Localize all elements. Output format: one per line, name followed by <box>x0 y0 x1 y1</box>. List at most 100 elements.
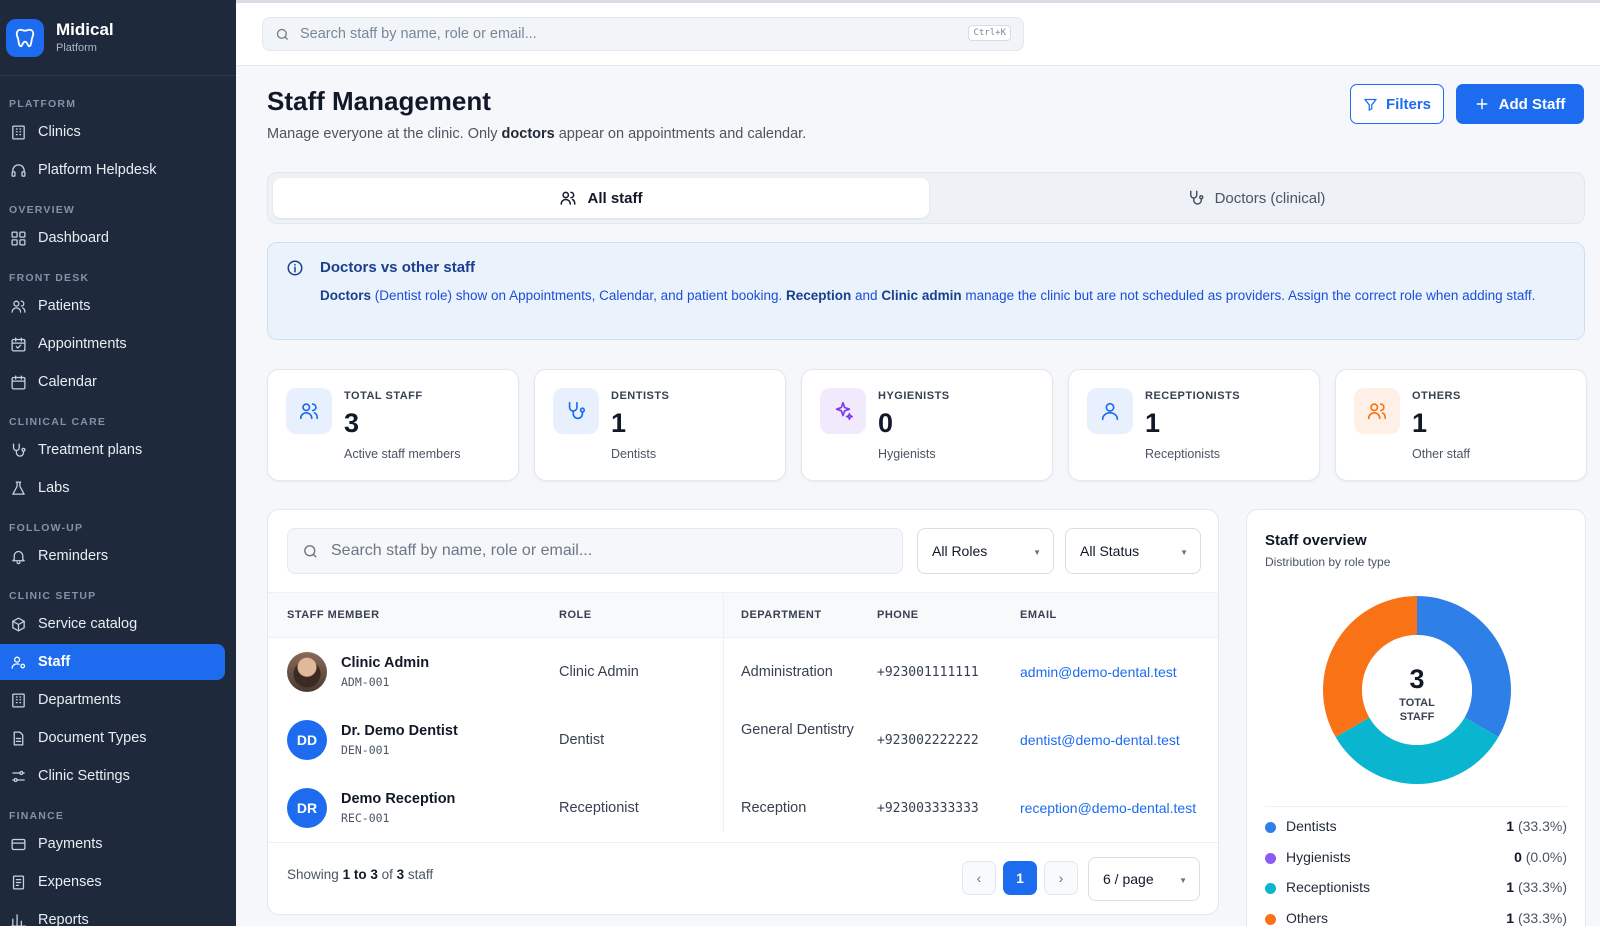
filter-icon <box>1364 98 1377 111</box>
sidebar-item-label: Calendar <box>38 374 97 390</box>
sidebar-item-appointments[interactable]: Appointments <box>0 326 225 362</box>
brand-name: Midical <box>56 20 114 39</box>
headset-icon <box>9 161 27 179</box>
stethoscope-icon <box>1189 190 1204 205</box>
staff-role: Dentist <box>559 732 605 748</box>
chevron-left-icon: ‹ <box>976 870 982 886</box>
staff-tabs: All staff Doctors (clinical) <box>267 172 1585 224</box>
filters-button[interactable]: Filters <box>1350 84 1444 124</box>
sidebar-item-document-types[interactable]: Document Types <box>0 720 225 756</box>
prev-page-button[interactable]: ‹ <box>962 861 996 895</box>
sidebar-item-patients[interactable]: Patients <box>0 288 225 324</box>
legend-value: 1 (33.3%) <box>1506 818 1567 834</box>
users-icon <box>9 297 27 315</box>
table-row[interactable]: DR Demo Reception REC-001 Receptionist Recep… <box>268 774 1218 842</box>
col-role: ROLE <box>559 609 592 621</box>
grid-icon <box>9 229 27 247</box>
nav-section-label: OVERVIEW <box>9 204 76 216</box>
flask-icon <box>9 479 27 497</box>
overview-subtitle: Distribution by role type <box>1265 555 1391 569</box>
stat-value: 1 <box>1412 408 1428 438</box>
brand[interactable]: Midical Platform <box>0 0 236 76</box>
nav-section-label: FOLLOW-UP <box>9 522 84 534</box>
sidebar-item-service-catalog[interactable]: Service catalog <box>0 606 225 642</box>
sparkles-icon <box>820 388 866 434</box>
avatar <box>287 652 327 692</box>
stat-label: TOTAL STAFF <box>344 390 423 402</box>
table-row[interactable]: DD Dr. Demo Dentist DEN-001 Dentist General … <box>268 706 1218 774</box>
staff-role: Receptionist <box>559 800 639 816</box>
legend-value: 0 (0.0%) <box>1514 848 1567 865</box>
legend-swatch <box>1265 883 1276 894</box>
stat-label: OTHERS <box>1412 390 1461 402</box>
tab-doctors-clinical[interactable]: Doctors (clinical) <box>932 178 1580 218</box>
sidebar-item-labs[interactable]: Labs <box>0 470 225 506</box>
donut-total-label-1: TOTAL <box>1399 697 1435 709</box>
legend-label: Dentists <box>1286 818 1337 834</box>
tab-all-staff[interactable]: All staff <box>273 178 929 218</box>
donut-total-label-2: STAFF <box>1400 711 1435 723</box>
sidebar-item-clinics[interactable]: Clinics <box>0 114 225 150</box>
staff-role: Clinic Admin <box>559 664 639 680</box>
sidebar-item-label: Expenses <box>38 874 102 890</box>
staff-code: ADM-001 <box>341 675 390 689</box>
staff-email-link[interactable]: admin@demo-dental.test <box>1020 662 1177 682</box>
overview-title: Staff overview <box>1265 532 1367 549</box>
table-footer: Showing 1 to 3 of 3 staff ‹ 1 › 6 / page… <box>268 842 1218 914</box>
sidebar-item-label: Dashboard <box>38 230 109 246</box>
staff-name: Clinic Admin <box>341 655 430 671</box>
sidebar-item-dashboard[interactable]: Dashboard <box>0 220 225 256</box>
staff-email-link[interactable]: reception@demo-dental.test <box>1020 798 1196 818</box>
stat-card-others: OTHERS 1 Other staff <box>1335 369 1587 481</box>
user-icon <box>1087 388 1133 434</box>
status-filter-select[interactable]: All Status ▼ <box>1065 528 1201 574</box>
avatar: DD <box>287 720 327 760</box>
search-icon <box>304 544 317 558</box>
staff-name: Dr. Demo Dentist <box>341 723 458 739</box>
page-1-button[interactable]: 1 <box>1003 861 1037 895</box>
sidebar-item-reports[interactable]: Reports <box>0 902 225 926</box>
add-staff-button[interactable]: Add Staff <box>1456 84 1584 124</box>
info-text: Doctors (Dentist role) show on Appointme… <box>320 288 1536 303</box>
staff-phone: +923002222222 <box>877 733 979 748</box>
stat-value: 3 <box>344 408 360 438</box>
stat-card-total-staff: TOTAL STAFF 3 Active staff members <box>267 369 519 481</box>
chevron-right-icon: › <box>1058 870 1064 886</box>
table-row[interactable]: Clinic Admin ADM-001 Clinic Admin Administr… <box>268 638 1218 706</box>
sidebar-item-clinic-settings[interactable]: Clinic Settings <box>0 758 225 794</box>
staff-phone: +923003333333 <box>877 801 979 816</box>
sidebar-item-expenses[interactable]: Expenses <box>0 864 225 900</box>
sidebar-item-label: Departments <box>38 692 122 708</box>
stat-label: RECEPTIONISTS <box>1145 390 1241 402</box>
staff-department: General Dentistry <box>741 722 854 738</box>
staff-email-link[interactable]: dentist@demo-dental.test <box>1020 730 1180 750</box>
global-search-input[interactable]: Search staff by name, role or email... C… <box>262 17 1024 51</box>
stethoscope-icon <box>9 441 27 459</box>
col-staff-member: STAFF MEMBER <box>287 609 380 621</box>
chevron-down-icon: ▼ <box>1179 876 1187 885</box>
bell-icon <box>9 547 27 565</box>
sidebar-item-label: Reminders <box>38 548 109 564</box>
sidebar-item-departments[interactable]: Departments <box>0 682 225 718</box>
calendar-icon <box>9 373 27 391</box>
legend-item: Receptionists 1 (33.3%) <box>1265 879 1567 901</box>
sidebar-item-staff[interactable]: Staff <box>0 644 225 680</box>
info-icon <box>287 260 303 276</box>
stat-label: HYGIENISTS <box>878 390 950 402</box>
plus-icon <box>1476 98 1488 110</box>
legend-swatch <box>1265 822 1276 833</box>
shortcut-hint: Ctrl+K <box>968 25 1011 41</box>
next-page-button[interactable]: › <box>1044 861 1078 895</box>
sidebar-item-calendar[interactable]: Calendar <box>0 364 225 400</box>
sidebar-item-treatment-plans[interactable]: Treatment plans <box>0 432 225 468</box>
role-filter-select[interactable]: All Roles ▼ <box>917 528 1054 574</box>
stethoscope-icon <box>553 388 599 434</box>
sidebar-item-payments[interactable]: Payments <box>0 826 225 862</box>
sliders-icon <box>9 767 27 785</box>
stat-value: 1 <box>611 408 627 438</box>
staff-search-input[interactable]: Search staff by name, role or email... <box>287 528 903 574</box>
legend-swatch <box>1265 852 1276 864</box>
per-page-select[interactable]: 6 / page ▼ <box>1088 857 1200 901</box>
sidebar-item-reminders[interactable]: Reminders <box>0 538 225 574</box>
sidebar-item-platform-helpdesk[interactable]: Platform Helpdesk <box>0 152 225 188</box>
